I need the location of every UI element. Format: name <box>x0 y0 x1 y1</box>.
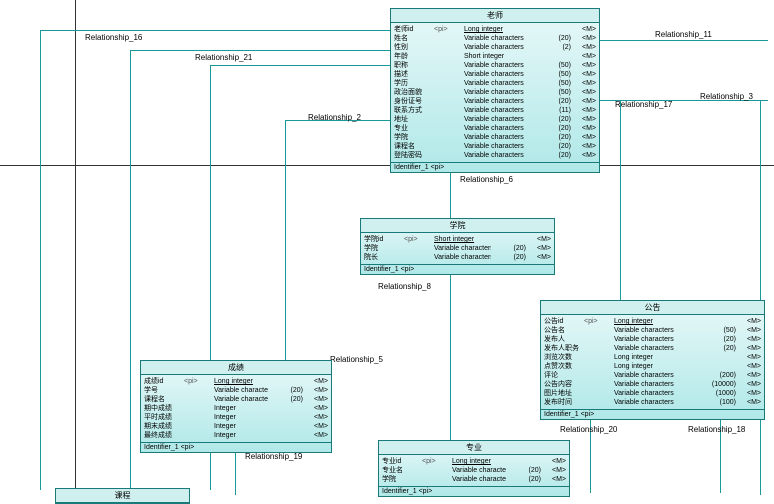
entity-footer: Identifier_1 <pi> <box>391 162 599 172</box>
attribute-row: 图片地址Variable characters(1000)<M> <box>544 389 761 398</box>
rel-label-5: Relationship_5 <box>330 355 383 364</box>
attribute-row: 公告名Variable characters(50)<M> <box>544 326 761 335</box>
entity-course: 课程 <box>55 488 190 504</box>
conn-line <box>130 50 390 51</box>
attribute-row: 公告id<pi>Long integer<M> <box>544 317 761 326</box>
rel-label-19: Relationship_19 <box>245 452 302 461</box>
attribute-row: 联系方式Variable characters(11)<M> <box>394 106 596 115</box>
entity-footer: Identifier_1 <pi> <box>141 442 331 452</box>
rel-label-18: Relationship_18 <box>688 425 745 434</box>
attribute-row: 学号Variable characters(20)<M> <box>144 386 328 395</box>
entity-notice: 公告 公告id<pi>Long integer<M>公告名Variable ch… <box>540 300 765 420</box>
attribute-row: 老师id<pi>Long integer<M> <box>394 25 596 34</box>
rel-label-20: Relationship_20 <box>560 425 617 434</box>
attribute-row: 姓名Variable characters(20)<M> <box>394 34 596 43</box>
attribute-row: 身份证号Variable characters(20)<M> <box>394 97 596 106</box>
attribute-row: 公告内容Variable characters(10000)<M> <box>544 380 761 389</box>
entity-body-grade: 成绩id<pi>Long integer<M>学号Variable charac… <box>141 375 331 442</box>
conn-line <box>40 30 390 31</box>
rel-label-3: Relationship_3 <box>700 92 753 101</box>
attribute-row: 课程名Variable characters(20)<M> <box>394 142 596 151</box>
attribute-row: 点赞次数Long integer<M> <box>544 362 761 371</box>
attribute-row: 描述Variable characters(50)<M> <box>394 70 596 79</box>
conn-line <box>620 100 621 300</box>
attribute-row: 学院Variable characters(20)<M> <box>382 475 566 484</box>
attribute-row: 最终成绩Integer<M> <box>144 431 328 440</box>
attribute-row: 地址Variable characters(20)<M> <box>394 115 596 124</box>
entity-title: 课程 <box>56 489 189 503</box>
entity-title: 老师 <box>391 9 599 23</box>
attribute-row: 课程名Variable characters(20)<M> <box>144 395 328 404</box>
attribute-row: 期末成绩Integer<M> <box>144 422 328 431</box>
entity-footer: Identifier_1 <pi> <box>379 486 569 496</box>
entity-footer: Identifier_1 <pi> <box>541 409 764 419</box>
attribute-row: 平时成绩Integer<M> <box>144 413 328 422</box>
rel-label-21: Relationship_21 <box>195 53 252 62</box>
entity-grade: 成绩 成绩id<pi>Long integer<M>学号Variable cha… <box>140 360 332 453</box>
grid-vertical <box>75 0 76 500</box>
attribute-row: 发布人职务Variable characters(20)<M> <box>544 344 761 353</box>
rel-label-2: Relationship_2 <box>308 113 361 122</box>
entity-teacher: 老师 老师id<pi>Long integer<M>姓名Variable cha… <box>390 8 600 173</box>
attribute-row: 评论Variable characters(200)<M> <box>544 371 761 380</box>
entity-college: 学院 学院id<pi>Short integer<M>学院Variable ch… <box>360 218 555 275</box>
rel-label-11: Relationship_11 <box>655 30 712 39</box>
entity-body-major: 专业id<pi>Long integer<M>专业名Variable chara… <box>379 455 569 486</box>
entity-title: 学院 <box>361 219 554 233</box>
rel-label-6: Relationship_6 <box>460 175 513 184</box>
attribute-row: 浏览次数Long integer<M> <box>544 353 761 362</box>
rel-label-16: Relationship_16 <box>85 33 142 42</box>
entity-major: 专业 专业id<pi>Long integer<M>专业名Variable ch… <box>378 440 570 497</box>
attribute-row: 成绩id<pi>Long integer<M> <box>144 377 328 386</box>
entity-body-teacher: 老师id<pi>Long integer<M>姓名Variable charac… <box>391 23 599 162</box>
attribute-row: 专业id<pi>Long integer<M> <box>382 457 566 466</box>
attribute-row: 年龄Short integer<M> <box>394 52 596 61</box>
entity-title: 专业 <box>379 441 569 455</box>
attribute-row: 学历Variable characters(50)<M> <box>394 79 596 88</box>
entity-footer: Identifier_1 <pi> <box>361 264 554 274</box>
rel-label-8: Relationship_8 <box>378 282 431 291</box>
entity-title: 成绩 <box>141 361 331 375</box>
attribute-row: 发布时间Variable characters(100)<M> <box>544 398 761 407</box>
grid-horizontal <box>0 165 774 166</box>
attribute-row: 学院Variable characters(20)<M> <box>394 133 596 142</box>
attribute-row: 性别Variable characters(2)<M> <box>394 43 596 52</box>
attribute-row: 发布人Variable characters(20)<M> <box>544 335 761 344</box>
conn-line <box>450 263 451 443</box>
entity-body-notice: 公告id<pi>Long integer<M>公告名Variable chara… <box>541 315 764 409</box>
conn-line <box>210 65 390 66</box>
attribute-row: 学院Variable characters(20)<M> <box>364 244 551 253</box>
attribute-row: 政治面貌Variable characters(50)<M> <box>394 88 596 97</box>
conn-line <box>598 40 768 41</box>
attribute-row: 学院id<pi>Short integer<M> <box>364 235 551 244</box>
attribute-row: 职称Variable characters(50)<M> <box>394 61 596 70</box>
entity-title: 公告 <box>541 301 764 315</box>
conn-line <box>760 100 761 495</box>
attribute-row: 登陆密码Variable characters(20)<M> <box>394 151 596 160</box>
entity-body-college: 学院id<pi>Short integer<M>学院Variable chara… <box>361 233 554 264</box>
rel-label-17: Relationship_17 <box>615 100 672 109</box>
attribute-row: 专业名Variable characters(20)<M> <box>382 466 566 475</box>
attribute-row: 院长Variable characters(20)<M> <box>364 253 551 262</box>
attribute-row: 专业Variable characters(20)<M> <box>394 124 596 133</box>
conn-line <box>40 30 41 490</box>
conn-line <box>285 120 286 360</box>
conn-line <box>130 50 131 490</box>
attribute-row: 期中成绩Integer<M> <box>144 404 328 413</box>
